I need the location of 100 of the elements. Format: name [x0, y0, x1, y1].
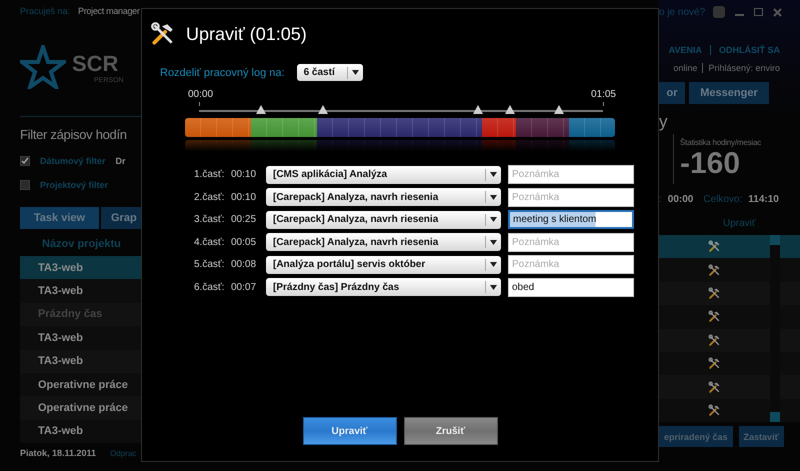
- task-select[interactable]: [Analýza portálu] servis október: [266, 256, 501, 274]
- table-cell[interactable]: Operativne práce: [20, 396, 141, 420]
- task-select[interactable]: [Carepack] Analyza, navrh riesenia: [266, 210, 501, 228]
- part-label: 2.časť:: [194, 192, 226, 202]
- split-label: Rozdeliť pracovný log na:: [160, 66, 285, 78]
- part-time: 00:08: [231, 259, 258, 270]
- project-name: TA3-web: [38, 355, 84, 368]
- slider-handle[interactable]: [318, 105, 328, 114]
- task-select[interactable]: [CMS aplikácia] Analýza: [266, 166, 501, 184]
- total-value: 114:10: [748, 194, 779, 205]
- note-field[interactable]: Poznámka: [508, 232, 634, 252]
- tools-icon: [708, 334, 721, 347]
- view-tab[interactable]: Grap: [101, 207, 141, 229]
- total-value: 00:00: [668, 194, 694, 205]
- table-cell[interactable]: TA3-web: [20, 420, 141, 444]
- table-cell[interactable]: TA3-web: [20, 256, 141, 280]
- part-time: 00:10: [231, 192, 258, 202]
- maximize-icon[interactable]: [754, 8, 763, 16]
- end-time: 01:05: [590, 89, 616, 100]
- total-label: Celkovo:: [703, 194, 742, 205]
- slider-handle[interactable]: [505, 105, 516, 114]
- stat-label: Štatistika hodiny/mesiac: [680, 138, 762, 146]
- parts-select[interactable]: 6 častí: [296, 64, 363, 81]
- edit-button[interactable]: [708, 240, 721, 254]
- nav-tab[interactable]: or: [659, 82, 685, 104]
- working-on-value: Project manager: [78, 6, 140, 16]
- column-header: Upraviť: [723, 218, 757, 229]
- part-label: 4.časť:: [194, 236, 226, 248]
- tools-icon: [708, 264, 721, 277]
- start-time: 00:00: [188, 89, 214, 100]
- part-label: 3.časť:: [194, 214, 226, 225]
- table-cell[interactable]: Operativne práce: [20, 372, 141, 396]
- filter-label: Projektový filter: [40, 180, 108, 190]
- confirm-button[interactable]: Upraviť: [302, 417, 396, 445]
- scrollbar[interactable]: [770, 235, 780, 422]
- task-select[interactable]: [Carepack] Analyza, navrh riesenia: [266, 233, 501, 251]
- edit-button[interactable]: [708, 264, 721, 277]
- project-name: TA3-web: [38, 332, 84, 344]
- logo-text: SCR: [72, 50, 120, 76]
- app-icon: [713, 6, 725, 18]
- caret-icon: [490, 172, 497, 177]
- tools-icon: [708, 357, 721, 370]
- part-label: 5.časť:: [194, 259, 226, 270]
- project-name: TA3-web: [38, 425, 84, 438]
- caret-icon: [490, 194, 497, 200]
- edit-button[interactable]: [708, 334, 721, 347]
- note-field[interactable]: Poznámka: [508, 255, 634, 274]
- note-field[interactable]: Poznámka: [508, 188, 634, 206]
- caret-icon: [490, 284, 497, 290]
- caret-icon: [490, 240, 497, 244]
- caret-icon: [352, 70, 359, 75]
- tools-icon: [708, 286, 721, 300]
- close-icon[interactable]: [773, 8, 782, 16]
- column-header: Názov projektu: [42, 238, 122, 250]
- edit-button[interactable]: [708, 286, 721, 300]
- note-field[interactable]: obed: [508, 278, 634, 296]
- part-time: 00:05: [231, 236, 258, 248]
- page-title: y: [659, 112, 668, 132]
- stat-value: -160: [680, 146, 740, 180]
- footer-date: Piatok, 18.11.2011: [20, 448, 96, 458]
- edit-button[interactable]: [708, 357, 721, 370]
- project-name: Operativne práce: [38, 402, 128, 414]
- slider-handle[interactable]: [256, 105, 266, 114]
- table-cell[interactable]: TA3-web: [20, 279, 141, 303]
- slider-handle[interactable]: [554, 105, 564, 114]
- task-select[interactable]: [Prázdny čas] Prázdny čas: [266, 278, 501, 296]
- table-cell[interactable]: TA3-web: [20, 326, 141, 350]
- part-time: 00:07: [231, 282, 258, 292]
- filter-text: Dr: [116, 156, 126, 166]
- edit-button[interactable]: [708, 380, 721, 394]
- edit-button[interactable]: [708, 404, 721, 417]
- status-text: Prihlásený: enviro: [702, 63, 780, 73]
- project-name: Operativne práce: [38, 378, 128, 391]
- task-select[interactable]: [Carepack] Analyza, navrh riesenia: [266, 188, 501, 206]
- project-name: TA3-web: [38, 262, 84, 274]
- part-time: 00:25: [231, 214, 258, 225]
- tools-icon: [708, 404, 721, 417]
- nav-tab[interactable]: Messenger: [689, 82, 769, 104]
- caret-icon: [490, 262, 497, 267]
- filter-label: Dátumový filter: [40, 156, 106, 166]
- page-title: Filter zápisov hodín: [20, 127, 128, 142]
- cancel-button[interactable]: Zrušiť: [404, 417, 498, 445]
- note-field[interactable]: Poznámka: [508, 165, 634, 184]
- total-label: :: [659, 194, 662, 205]
- table-cell[interactable]: TA3-web: [20, 350, 141, 373]
- edit-button[interactable]: [708, 310, 721, 324]
- project-name: TA3-web: [38, 285, 84, 298]
- dialog-title: Upraviť (01:05): [186, 24, 307, 44]
- slider-handle[interactable]: [472, 105, 483, 114]
- part-label: 6.časť:: [194, 282, 226, 292]
- status-text: online: [673, 63, 698, 73]
- star-logo-icon: [20, 45, 66, 89]
- part-label: 1.časť:: [194, 169, 226, 180]
- caret-icon: [490, 217, 497, 222]
- tools-icon: [708, 240, 721, 254]
- note-field[interactable]: meeting s klientom: [508, 210, 634, 229]
- working-on-label: Pracuješ na:: [20, 6, 70, 16]
- checkbox[interactable]: [20, 180, 30, 190]
- checkbox[interactable]: [20, 156, 30, 166]
- tools-icon: [708, 310, 721, 324]
